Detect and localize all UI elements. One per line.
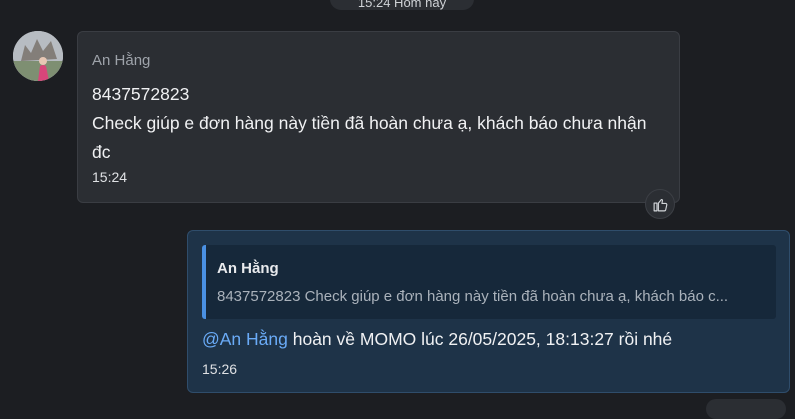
date-divider: 15:24 Hôm nay <box>330 0 474 10</box>
mention-link[interactable]: @An Hằng <box>202 329 288 349</box>
message-time: 15:26 <box>202 361 238 377</box>
quoted-sender-name: An Hằng <box>217 260 279 277</box>
avatar[interactable] <box>13 31 63 81</box>
message-line: Check giúp e đơn hàng này tiền đã hoàn c… <box>92 113 647 162</box>
like-button[interactable] <box>645 189 675 219</box>
thumbs-up-icon <box>653 198 667 211</box>
quoted-text: 8437572823 Check giúp e đơn hàng này tiề… <box>217 288 729 305</box>
outgoing-message[interactable]: An Hằng 8437572823 Check giúp e đơn hàng… <box>187 230 790 393</box>
sender-name: An Hằng <box>92 52 151 69</box>
message-line: 8437572823 <box>92 84 190 104</box>
reaction-pill[interactable] <box>706 399 786 419</box>
incoming-message[interactable]: An Hằng 8437572823 Check giúp e đơn hàng… <box>77 31 680 203</box>
reply-body: hoàn về MOMO lúc 26/05/2025, 18:13:27 rồ… <box>287 329 673 349</box>
quoted-message[interactable]: An Hằng 8437572823 Check giúp e đơn hàng… <box>202 245 776 319</box>
reply-text: @An Hằng hoàn về MOMO lúc 26/05/2025, 18… <box>202 329 776 350</box>
message-time: 15:24 <box>92 169 128 185</box>
message-text: 8437572823 Check giúp e đơn hàng này tiề… <box>92 80 662 167</box>
avatar-image <box>13 31 63 81</box>
